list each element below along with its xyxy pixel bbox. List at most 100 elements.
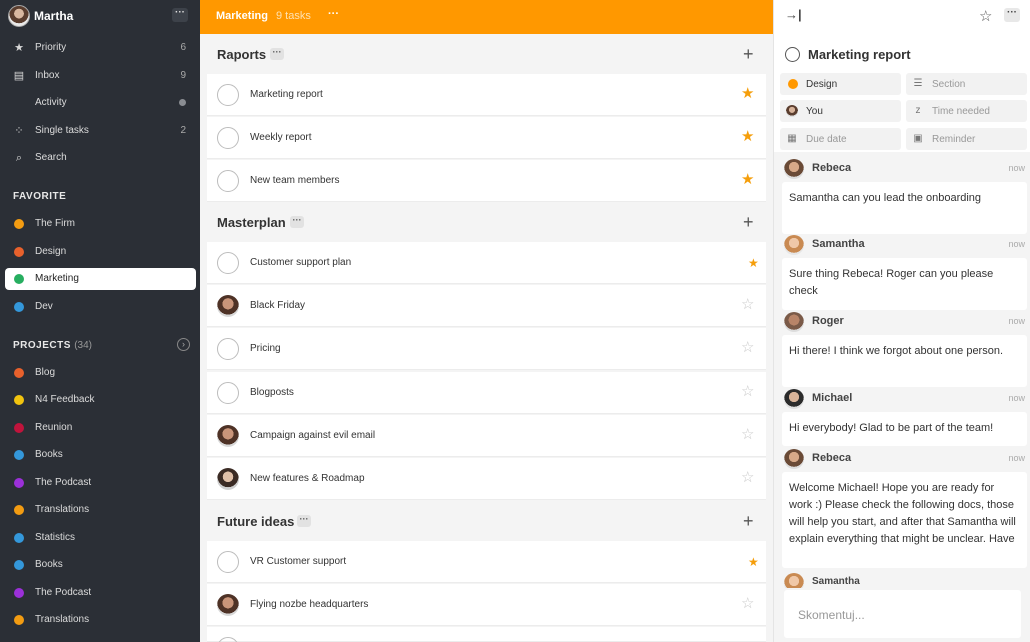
star-icon[interactable]: ★ <box>741 172 754 187</box>
time-needed-field[interactable]: z Time needed <box>906 100 1027 122</box>
sidebar-item-project[interactable]: Statistics <box>5 527 196 549</box>
reminder-field[interactable]: ▣ Reminder <box>906 128 1027 150</box>
sidebar-item-project[interactable]: The Podcast <box>5 582 196 604</box>
comment-time: now <box>1008 393 1025 403</box>
star-icon[interactable]: ★ <box>741 86 754 101</box>
star-icon[interactable]: ★ <box>748 256 759 271</box>
star-outline-icon[interactable]: ☆ <box>741 340 754 355</box>
time-needed-field-value: Time needed <box>932 106 990 117</box>
star-icon[interactable]: ★ <box>748 555 759 570</box>
star-icon[interactable]: ★ <box>741 129 754 144</box>
task-row[interactable] <box>207 627 766 642</box>
sidebar-item-design[interactable]: Design <box>5 241 196 263</box>
star-outline-icon[interactable]: ☆ <box>741 596 754 611</box>
star-outline-icon[interactable]: ☆ <box>979 7 992 25</box>
task-name: VR Customer support <box>250 556 347 567</box>
task-checkbox[interactable] <box>217 127 239 149</box>
comment-body: Samantha can you lead the onboarding <box>782 182 1027 234</box>
comment-header: Michael now <box>782 386 1027 412</box>
comment-composer: Skomentuj... <box>774 588 1030 642</box>
due-date-field[interactable]: ▦ Due date <box>780 128 901 150</box>
sidebar-item-count: 9 <box>180 70 186 81</box>
user-avatar[interactable] <box>8 5 30 27</box>
task-row[interactable]: Blogposts ☆ <box>207 372 766 414</box>
sidebar-item-search[interactable]: ⌕ Search <box>5 147 196 169</box>
project-color-dot <box>14 395 24 405</box>
assignee-avatar <box>786 105 798 117</box>
assignee-field[interactable]: You <box>780 100 901 122</box>
section-more-button[interactable]: ··· <box>270 48 284 60</box>
user-header[interactable]: Martha ··· <box>0 0 200 34</box>
sidebar-item-project[interactable]: Blog <box>5 362 196 384</box>
detail-more-button[interactable]: ··· <box>1004 8 1020 22</box>
add-task-button[interactable]: + <box>743 213 754 231</box>
sidebar-item-the-firm[interactable]: The Firm <box>5 213 196 235</box>
project-more-button[interactable]: ··· <box>328 8 339 20</box>
sidebar-item-project[interactable]: Books <box>5 554 196 576</box>
assignee-avatar <box>217 468 239 490</box>
add-task-button[interactable]: + <box>743 45 754 63</box>
section-more-button[interactable]: ··· <box>297 515 311 527</box>
comment-avatar <box>784 449 804 469</box>
comment-avatar <box>784 235 804 255</box>
sidebar-item-label: Search <box>35 152 67 163</box>
comment-body: Welcome Michael! Hope you are ready for … <box>782 472 1027 568</box>
task-row[interactable]: VR Customer support ★ <box>207 541 766 583</box>
star-outline-icon[interactable]: ☆ <box>741 470 754 485</box>
task-row[interactable]: Weekly report ★ <box>207 117 766 159</box>
sidebar-item-dev[interactable]: Dev <box>5 296 196 318</box>
task-row[interactable]: New team members ★ <box>207 160 766 202</box>
task-checkbox[interactable] <box>217 338 239 360</box>
comment-author: Rebeca <box>812 452 852 464</box>
task-row[interactable]: Campaign against evil email ☆ <box>207 415 766 457</box>
comment-input[interactable]: Skomentuj... <box>784 590 1021 638</box>
collapse-panel-icon[interactable]: →| <box>785 7 802 22</box>
task-row[interactable]: Pricing ☆ <box>207 328 766 370</box>
sidebar-item-activity[interactable]: Activity <box>5 92 196 114</box>
task-checkbox[interactable] <box>217 252 239 274</box>
sidebar-item-marketing[interactable]: Marketing <box>5 268 196 290</box>
assignee-avatar <box>217 425 239 447</box>
comment-header: Samantha now <box>782 232 1027 258</box>
section-more-button[interactable]: ··· <box>290 216 304 228</box>
sidebar-item-inbox[interactable]: ▤ Inbox 9 <box>5 65 196 87</box>
task-row[interactable]: Black Friday ☆ <box>207 285 766 327</box>
task-row[interactable]: Marketing report ★ <box>207 74 766 116</box>
sidebar-item-project[interactable]: The Podcast <box>5 472 196 494</box>
task-checkbox[interactable] <box>217 170 239 192</box>
task-detail-panel: →| ☆ ··· Marketing report Design ☰ Secti… <box>773 0 1030 642</box>
sidebar-item-project[interactable]: Reunion <box>5 417 196 439</box>
comment-time: now <box>1008 316 1025 326</box>
section-field[interactable]: ☰ Section <box>906 73 1027 95</box>
star-outline-icon[interactable]: ☆ <box>741 427 754 442</box>
project-color-dot <box>14 247 24 257</box>
task-checkbox[interactable] <box>217 84 239 106</box>
projects-count: (34) <box>74 340 92 351</box>
task-row[interactable]: New features & Roadmap ☆ <box>207 458 766 500</box>
sidebar-item-count: 2 <box>180 125 186 136</box>
task-list-panel: Marketing 9 tasks ··· Raports ··· + Mark… <box>200 0 773 642</box>
task-complete-checkbox[interactable] <box>785 47 800 62</box>
task-checkbox[interactable] <box>217 382 239 404</box>
task-title[interactable]: Marketing report <box>808 47 911 62</box>
comments-thread[interactable]: Rebeca now Samantha can you lead the onb… <box>774 152 1030 588</box>
sidebar-item-project[interactable]: Translations <box>5 609 196 631</box>
project-field[interactable]: Design <box>780 73 901 95</box>
task-row[interactable]: Flying nozbe headquarters ☆ <box>207 584 766 626</box>
sidebar-item-label: Activity <box>35 97 67 108</box>
task-checkbox[interactable] <box>217 637 239 642</box>
task-checkbox[interactable] <box>217 551 239 573</box>
chevron-right-icon[interactable]: › <box>177 338 190 351</box>
sidebar-item-project[interactable]: Translations <box>5 499 196 521</box>
sidebar-item-project[interactable]: N4 Feedback <box>5 389 196 411</box>
add-task-button[interactable]: + <box>743 512 754 530</box>
sidebar-item-project[interactable]: Books <box>5 444 196 466</box>
sidebar-item-single-tasks[interactable]: ⁘ Single tasks 2 <box>5 120 196 142</box>
sidebar-item-label: Books <box>35 559 63 570</box>
sidebar-item-priority[interactable]: ★ Priority 6 <box>5 37 196 59</box>
star-outline-icon[interactable]: ☆ <box>741 297 754 312</box>
star-outline-icon[interactable]: ☆ <box>741 384 754 399</box>
sidebar-more-button[interactable]: ··· <box>172 8 188 22</box>
sidebar-item-label: Blog <box>35 367 56 378</box>
task-row[interactable]: Customer support plan ★ <box>207 242 766 284</box>
